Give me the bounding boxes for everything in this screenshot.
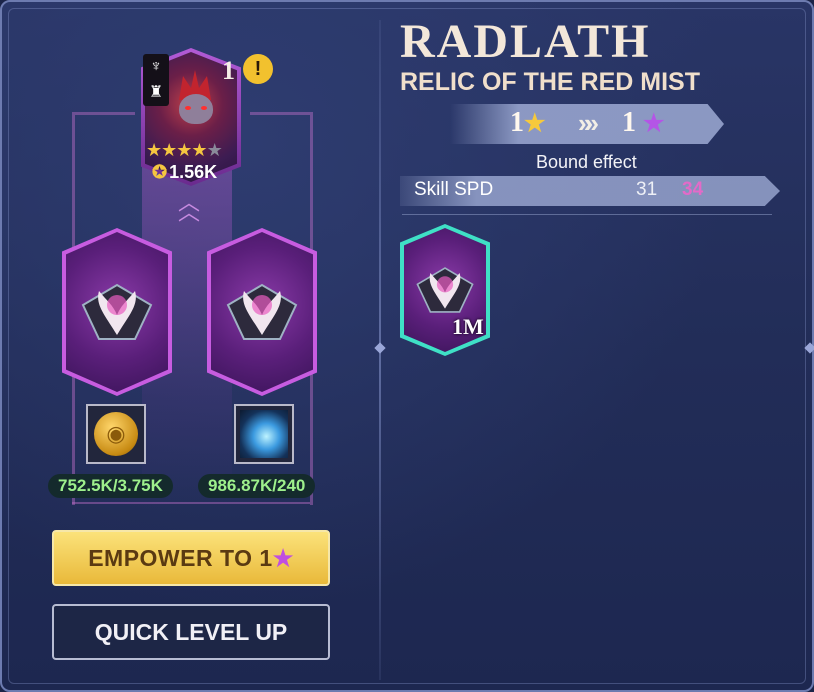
stat-current-value: 31 <box>636 179 658 200</box>
star-filled-icon: ★ <box>146 140 162 160</box>
owned-relic-value: 1M <box>452 314 484 339</box>
chevron-up-icon: ︿ ︿ <box>178 190 201 225</box>
gold-amount: 752.5K/3.75K <box>48 474 173 498</box>
relic-slot-2[interactable] <box>207 228 317 396</box>
hero-power-value: 1.56K <box>169 162 218 182</box>
next-star-level: 1 <box>622 107 636 138</box>
star-filled-icon: ★ <box>176 140 192 160</box>
relic-panel: ♆ ♜ 1 ! ★★★★★ ✪1.56K ︿︿ 752.5 <box>0 0 814 692</box>
gold-star-icon: ★ <box>524 111 546 137</box>
decor-bottom-line <box>72 502 310 505</box>
relic-claw-icon <box>416 267 474 313</box>
relic-claw-icon <box>81 283 153 340</box>
power-icon: ✪ <box>152 162 168 182</box>
stat-row: Skill SPD 31 34 <box>400 176 780 206</box>
exclamation-triangle-icon[interactable]: ! <box>243 54 273 84</box>
stat-name: Skill SPD <box>414 179 494 200</box>
star-filled-icon: ★ <box>161 140 177 160</box>
divider-ornament <box>804 342 814 354</box>
stat-next-value: 34 <box>682 179 704 200</box>
material-gold[interactable] <box>86 404 146 464</box>
star-empty-icon: ★ <box>206 140 223 160</box>
empower-button-label: EMPOWER TO 1 <box>88 545 273 571</box>
divider-ornament <box>374 342 386 354</box>
class-icon: ♜ <box>148 84 164 101</box>
relic-name: RADLATH <box>400 15 651 68</box>
material-essence[interactable] <box>234 404 294 464</box>
hero-level: 1 <box>222 56 235 85</box>
essence-amount: 986.87K/240 <box>198 474 316 498</box>
purple-star-icon: ★ <box>643 111 665 137</box>
demon-faction-icon: ♆ <box>150 58 162 75</box>
quick-level-up-button[interactable]: QUICK LEVEL UP <box>52 604 330 660</box>
gold-coin-icon <box>94 412 138 456</box>
section-separator <box>402 214 772 215</box>
bound-effect-label: Bound effect <box>536 152 637 172</box>
purple-star-icon: ★ <box>272 545 294 571</box>
lightning-essence-icon <box>240 410 288 458</box>
double-chevron-right-icon: »» <box>578 108 599 138</box>
hero-power: ✪ 1.56K <box>152 162 217 183</box>
relic-subtitle: RELIC OF THE RED MIST <box>400 68 700 96</box>
relic-claw-icon <box>226 283 298 340</box>
empower-button[interactable]: EMPOWER TO 1★ <box>52 530 330 586</box>
relic-slot-1[interactable] <box>62 228 172 396</box>
hero-star-rating: ★★★★★ <box>146 140 223 161</box>
star-filled-icon: ★ <box>191 140 207 160</box>
current-star-level: 1 <box>510 107 524 138</box>
faction-badge: ♆ ♜ <box>143 54 169 106</box>
star-upgrade-bar: 1★ »» 1 ★ <box>450 104 724 144</box>
